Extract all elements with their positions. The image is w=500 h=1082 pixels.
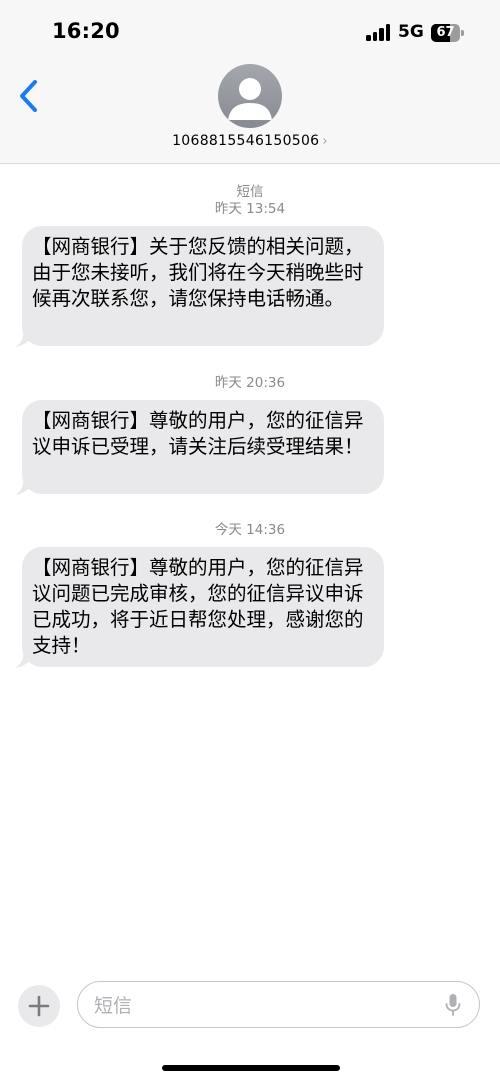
battery-level: 67 [436, 25, 455, 40]
apps-plus-button[interactable] [18, 985, 60, 1027]
contact-details-link[interactable]: 1068815546150506 › [0, 133, 500, 149]
bubble-tail [15, 651, 33, 668]
battery-icon: 67 [431, 24, 464, 42]
dictation-button[interactable] [445, 993, 461, 1017]
bubble-tail [15, 478, 33, 495]
message-timestamp: 今天 14:36 [214, 522, 286, 538]
contact-number: 1068815546150506 [172, 133, 320, 149]
message-text: 【网商银行】尊敬的用户，您的征信异议申诉已受理，请关注后续受理结果！ [32, 409, 364, 458]
message-bubble[interactable]: 【网商银行】尊敬的用户，您的征信异议问题已完成审核，您的征信异议申诉已成功，将于… [22, 547, 384, 667]
message-bubble[interactable]: 【网商银行】关于您反馈的相关问题，由于您未接听，我们将在今天稍晚些时候再次联系您… [22, 226, 384, 346]
input-placeholder: 短信 [94, 995, 133, 1017]
home-indicator[interactable] [162, 1065, 340, 1071]
contact-avatar[interactable] [218, 64, 282, 128]
status-time: 16:20 [52, 19, 120, 43]
back-button[interactable] [14, 76, 48, 116]
conversation-header: 16:20 5G 67 1068815546150506 › [0, 0, 500, 164]
message-text: 【网商银行】尊敬的用户，您的征信异议问题已完成审核，您的征信异议申诉已成功，将于… [32, 556, 364, 657]
message-input[interactable]: 短信 [77, 981, 480, 1028]
chevron-left-icon [20, 80, 37, 112]
network-type: 5G [398, 22, 424, 42]
message-timestamp: 昨天 13:54 [214, 201, 286, 217]
plus-icon [28, 995, 50, 1017]
message-timestamp: 昨天 20:36 [214, 375, 286, 391]
message-bubble[interactable]: 【网商银行】尊敬的用户，您的征信异议申诉已受理，请关注后续受理结果！ [22, 400, 384, 494]
message-text: 【网商银行】关于您反馈的相关问题，由于您未接听，我们将在今天稍晚些时候再次联系您… [32, 235, 364, 310]
cellular-signal-icon [366, 24, 392, 41]
microphone-icon [445, 994, 461, 1016]
chevron-right-icon: › [322, 134, 328, 149]
bubble-tail [15, 330, 33, 347]
person-icon [228, 78, 272, 120]
